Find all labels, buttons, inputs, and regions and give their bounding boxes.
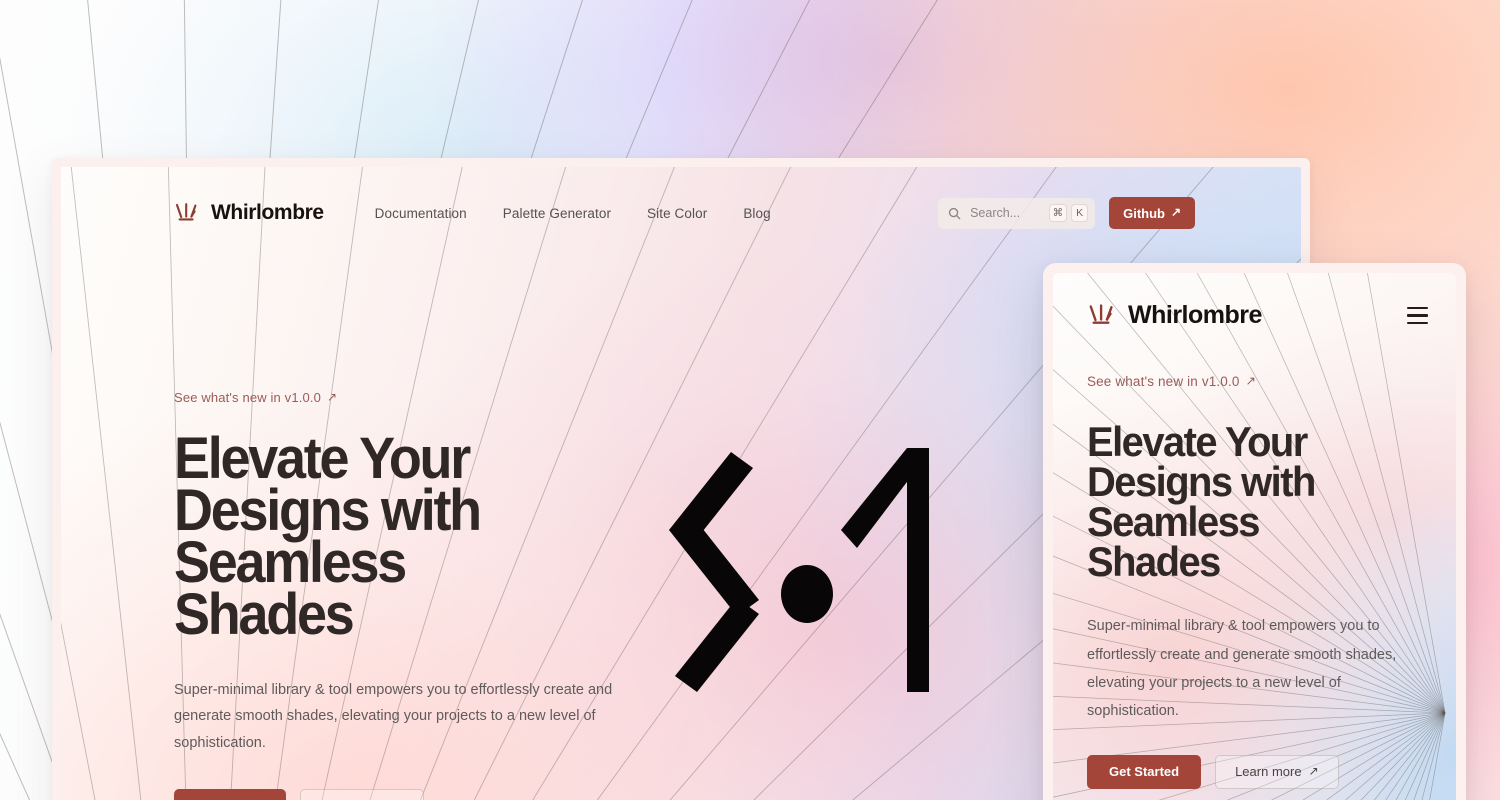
github-button[interactable]: Github ↗ [1109,197,1195,229]
headline-line-4: Shades [174,581,355,647]
whats-new-label: See what's new in v1.0.0 [1087,374,1240,389]
search-placeholder: Search... [970,206,1021,220]
hero-subtext-desktop: Super-minimal library & tool empowers yo… [174,681,613,751]
whats-new-link-mobile[interactable]: See what's new in v1.0.0 ↗ [1087,374,1256,389]
mobile-hero: See what's new in v1.0.0 ↗ Elevate Your … [1087,373,1437,789]
page-backdrop: Whirlombre Documentation Palette Generat… [0,0,1500,800]
whats-new-link-desktop[interactable]: See what's new in v1.0.0 ↗ [174,390,337,405]
desktop-hero: See what's new in v1.0.0 ↗ Elevate Your … [174,389,694,800]
mobile-screen: Whirlombre See what's new in v1.0.0 ↗ El… [1053,273,1456,800]
nav-link-palette-generator[interactable]: Palette Generator [503,206,611,221]
desktop-nav-actions: Search... ⌘ K Github ↗ [938,197,1195,229]
learn-more-button-mobile[interactable]: Learn more ↗ [1215,754,1339,789]
get-started-button-desktop[interactable]: Get Started [174,789,287,800]
arrow-up-right-icon: ↗ [1245,374,1257,389]
page-title-desktop: Elevate Your Designs with Seamless Shade… [174,430,658,644]
hero-buttons-desktop: Get Started Learn more ↗ [174,789,694,800]
nav-link-site-color[interactable]: Site Color [647,206,707,221]
brand-logo-desktop[interactable]: Whirlombre [174,201,324,225]
kbd-command: ⌘ [1048,204,1068,222]
whats-new-label: See what's new in v1.0.0 [174,390,321,405]
desktop-navbar: Whirlombre Documentation Palette Generat… [61,191,1301,235]
brand-logo-mobile[interactable]: Whirlombre [1087,301,1262,330]
brand-name-mobile: Whirlombre [1128,301,1262,329]
whirlombre-crown-logo-icon [1089,304,1113,324]
mobile-preview-card: Whirlombre See what's new in v1.0.0 ↗ El… [1043,263,1466,800]
search-input[interactable]: Search... ⌘ K [938,197,1096,229]
hero-buttons-mobile: Get Started Learn more ↗ [1087,754,1437,789]
hero-subtext-mobile: Super-minimal library & tool empowers yo… [1087,618,1397,720]
desktop-nav-links: Documentation Palette Generator Site Col… [375,206,771,221]
nav-link-blog[interactable]: Blog [743,206,770,221]
hamburger-menu-icon[interactable] [1407,307,1428,324]
nav-link-documentation[interactable]: Documentation [375,206,467,221]
learn-more-button-desktop[interactable]: Learn more ↗ [300,789,424,800]
brand-name-desktop: Whirlombre [211,201,324,224]
mobile-navbar: Whirlombre [1087,301,1428,330]
hamburger-bar [1407,314,1428,317]
arrow-up-right-icon: ↗ [327,389,338,404]
arrow-up-right-icon: ↗ [1170,205,1181,220]
search-shortcut-keys: ⌘ K [1048,204,1089,222]
learn-more-label: Learn more [1235,764,1302,779]
decorative-version-glyph [669,448,929,692]
github-button-label: Github [1123,205,1165,221]
hamburger-bar [1407,307,1428,310]
get-started-button-mobile[interactable]: Get Started [1087,754,1202,789]
kbd-k: K [1071,204,1089,222]
page-title-mobile: Elevate Your Designs with Seamless Shade… [1087,421,1420,586]
whirlombre-crown-logo-icon [175,203,197,221]
hamburger-bar [1407,321,1428,324]
search-icon [949,207,961,219]
headline-line-4: Shades [1087,538,1221,586]
arrow-up-right-icon: ↗ [1308,763,1319,778]
